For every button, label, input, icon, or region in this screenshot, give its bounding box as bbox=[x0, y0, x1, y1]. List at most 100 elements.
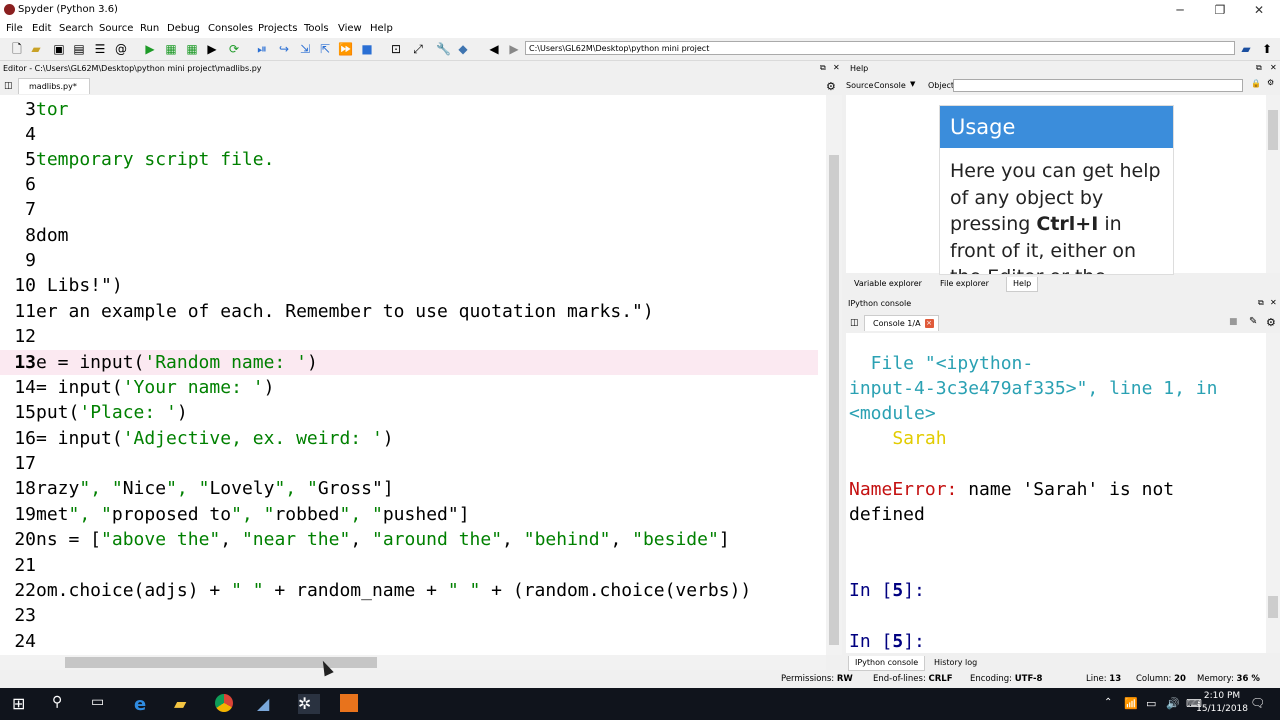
chevron-down-icon[interactable]: ▼ bbox=[910, 80, 915, 88]
menu-edit[interactable]: Edit bbox=[32, 23, 51, 34]
menu-file[interactable]: File bbox=[6, 23, 23, 34]
parent-directory-icon[interactable]: ⬆ bbox=[1260, 42, 1274, 56]
code-line: 12 bbox=[14, 326, 36, 347]
tab-console-1[interactable]: Console 1/A × bbox=[864, 315, 939, 331]
taskbar-clock[interactable]: 2:10 PM 15/11/2018 bbox=[1196, 690, 1248, 716]
menu-help[interactable]: Help bbox=[370, 23, 393, 34]
undock-icon[interactable]: ⧉ bbox=[1258, 298, 1264, 308]
app-icon[interactable]: ◢ bbox=[257, 694, 277, 714]
tab-madlibs[interactable]: madlibs.py*× bbox=[18, 78, 90, 107]
menu-run[interactable]: Run bbox=[140, 23, 159, 34]
source-select[interactable]: Console bbox=[874, 81, 906, 90]
undock-icon[interactable]: ⧉ bbox=[1256, 63, 1262, 73]
close-button[interactable]: ✕ bbox=[1244, 2, 1274, 18]
browse-folder-icon[interactable]: ▰ bbox=[1239, 42, 1253, 56]
object-input[interactable] bbox=[953, 79, 1243, 92]
options-gear-icon[interactable]: ⚙ bbox=[826, 80, 836, 93]
tab-file-explorer[interactable]: File explorer bbox=[934, 277, 995, 291]
network-icon[interactable]: 📶 bbox=[1124, 697, 1144, 717]
code-line: 18 razy", "Nice", "Lovely", "Gross"] bbox=[14, 478, 394, 499]
window-title: Spyder (Python 3.6) bbox=[18, 4, 118, 15]
undock-icon[interactable]: ⧉ bbox=[820, 63, 826, 73]
step-icon[interactable]: ↪ bbox=[277, 42, 291, 56]
new-file-icon[interactable]: 🗋 bbox=[10, 42, 24, 56]
continue-icon[interactable]: ⏩ bbox=[338, 42, 353, 56]
rerun-icon[interactable]: ⟳ bbox=[227, 42, 241, 56]
close-pane-icon[interactable]: ✕ bbox=[1270, 63, 1277, 72]
step-into-icon[interactable]: ⇲ bbox=[298, 42, 312, 56]
tab-variable-explorer[interactable]: Variable explorer bbox=[848, 277, 928, 291]
tab-ipython-console[interactable]: IPython console bbox=[848, 656, 926, 671]
debug-icon[interactable]: ⏯ bbox=[255, 42, 269, 56]
at-icon[interactable]: @ bbox=[114, 42, 128, 56]
preferences-icon[interactable]: 🔧 bbox=[436, 42, 451, 56]
menu-view[interactable]: View bbox=[338, 23, 362, 34]
run-cell-icon[interactable]: ▦ bbox=[164, 42, 178, 56]
run-cell-advance-icon[interactable]: ▦ bbox=[185, 42, 199, 56]
close-pane-icon[interactable]: ✕ bbox=[833, 63, 840, 72]
help-scrollbar[interactable] bbox=[1266, 95, 1280, 273]
tab-history-log[interactable]: History log bbox=[928, 656, 983, 670]
tab-help[interactable]: Help bbox=[1006, 277, 1039, 292]
menu-consoles[interactable]: Consoles bbox=[208, 23, 253, 34]
step-return-icon[interactable]: ⇱ bbox=[318, 42, 332, 56]
fullscreen-icon[interactable]: ⤢ bbox=[411, 42, 425, 56]
chrome-icon[interactable] bbox=[215, 694, 233, 712]
search-icon[interactable]: ⚲ bbox=[52, 694, 72, 714]
windows-start-icon[interactable]: ⊞ bbox=[12, 694, 32, 714]
console-scrollbar[interactable] bbox=[1266, 333, 1280, 653]
battery-icon[interactable]: ▭ bbox=[1146, 697, 1166, 717]
help-pane-header: Help ⧉ ✕ bbox=[846, 62, 1280, 76]
minimize-button[interactable]: ─ bbox=[1165, 2, 1195, 18]
console-line: <module> bbox=[849, 403, 936, 424]
stop-icon[interactable]: ■ bbox=[360, 42, 374, 56]
menu-search[interactable]: Search bbox=[59, 23, 93, 34]
edge-icon[interactable]: e bbox=[134, 694, 154, 715]
eol-status: End-of-lines: CRLF bbox=[873, 674, 953, 684]
console-prompt: In [5]: bbox=[849, 631, 925, 652]
save-all-icon[interactable]: ▤ bbox=[72, 42, 86, 56]
close-pane-icon[interactable]: ✕ bbox=[1270, 298, 1277, 307]
help-pane-title: Help bbox=[850, 64, 869, 73]
code-line: 11 er an example of each. Remember to use… bbox=[14, 301, 654, 322]
run-icon[interactable]: ▶ bbox=[143, 42, 157, 56]
browse-tabs-icon[interactable]: ◫ bbox=[850, 318, 859, 328]
chevron-up-icon[interactable]: ⌃ bbox=[1104, 697, 1124, 717]
edit-icon[interactable]: ✎ bbox=[1249, 316, 1257, 327]
code-line: 9 bbox=[25, 250, 36, 271]
notification-icon[interactable]: 🗨 bbox=[1250, 696, 1270, 716]
back-arrow-icon[interactable]: ◀ bbox=[487, 42, 501, 56]
ipython-console[interactable]: File "<ipython- input-4-3c3e479af335>", … bbox=[846, 333, 1266, 653]
menu-debug[interactable]: Debug bbox=[167, 23, 200, 34]
code-editor[interactable]: 3 tor 4 5 temporary script file. 6 7 8 dom … bbox=[0, 95, 826, 655]
open-file-icon[interactable]: ▰ bbox=[29, 42, 43, 56]
status-bar: Permissions: RW End-of-lines: CRLF Encod… bbox=[0, 671, 1280, 687]
menu-source[interactable]: Source bbox=[99, 23, 133, 34]
console-line: File "<ipython- bbox=[849, 353, 1034, 374]
save-icon[interactable]: ▣ bbox=[52, 42, 66, 56]
menu-tools[interactable]: Tools bbox=[304, 23, 329, 34]
recorder-icon[interactable] bbox=[340, 694, 358, 712]
maximize-button[interactable]: ❐ bbox=[1205, 2, 1235, 18]
column-status: Column: 20 bbox=[1136, 674, 1186, 684]
close-tab-icon[interactable]: × bbox=[924, 319, 934, 328]
list-icon[interactable]: ☰ bbox=[93, 42, 107, 56]
options-gear-icon[interactable]: ⚙ bbox=[1266, 316, 1276, 329]
menu-projects[interactable]: Projects bbox=[258, 23, 297, 34]
code-line: 20 ns = ["above the", "near the", "around… bbox=[14, 529, 730, 550]
volume-icon[interactable]: 🔊 bbox=[1166, 697, 1186, 717]
spyder-taskbar-icon[interactable]: ✲ bbox=[298, 694, 320, 714]
run-selection-icon[interactable]: ▶ bbox=[205, 42, 219, 56]
maximize-pane-icon[interactable]: ⊡ bbox=[389, 42, 403, 56]
task-view-icon[interactable]: ▭ bbox=[91, 694, 111, 714]
stop-icon[interactable]: ■ bbox=[1229, 317, 1238, 327]
working-directory-input[interactable]: C:\Users\GL62M\Desktop\python mini proje… bbox=[525, 41, 1235, 55]
browse-tabs-icon[interactable]: ◫ bbox=[4, 81, 13, 91]
code-line: 15 put('Place: ') bbox=[14, 402, 188, 423]
forward-arrow-icon[interactable]: ▶ bbox=[507, 42, 521, 56]
lock-icon[interactable]: 🔒 bbox=[1251, 79, 1261, 88]
options-gear-icon[interactable]: ⚙ bbox=[1267, 78, 1274, 87]
file-explorer-icon[interactable]: ▰ bbox=[174, 694, 194, 714]
python-path-icon[interactable]: ◆ bbox=[456, 42, 470, 56]
editor-vertical-scroll-thumb[interactable] bbox=[829, 155, 839, 645]
